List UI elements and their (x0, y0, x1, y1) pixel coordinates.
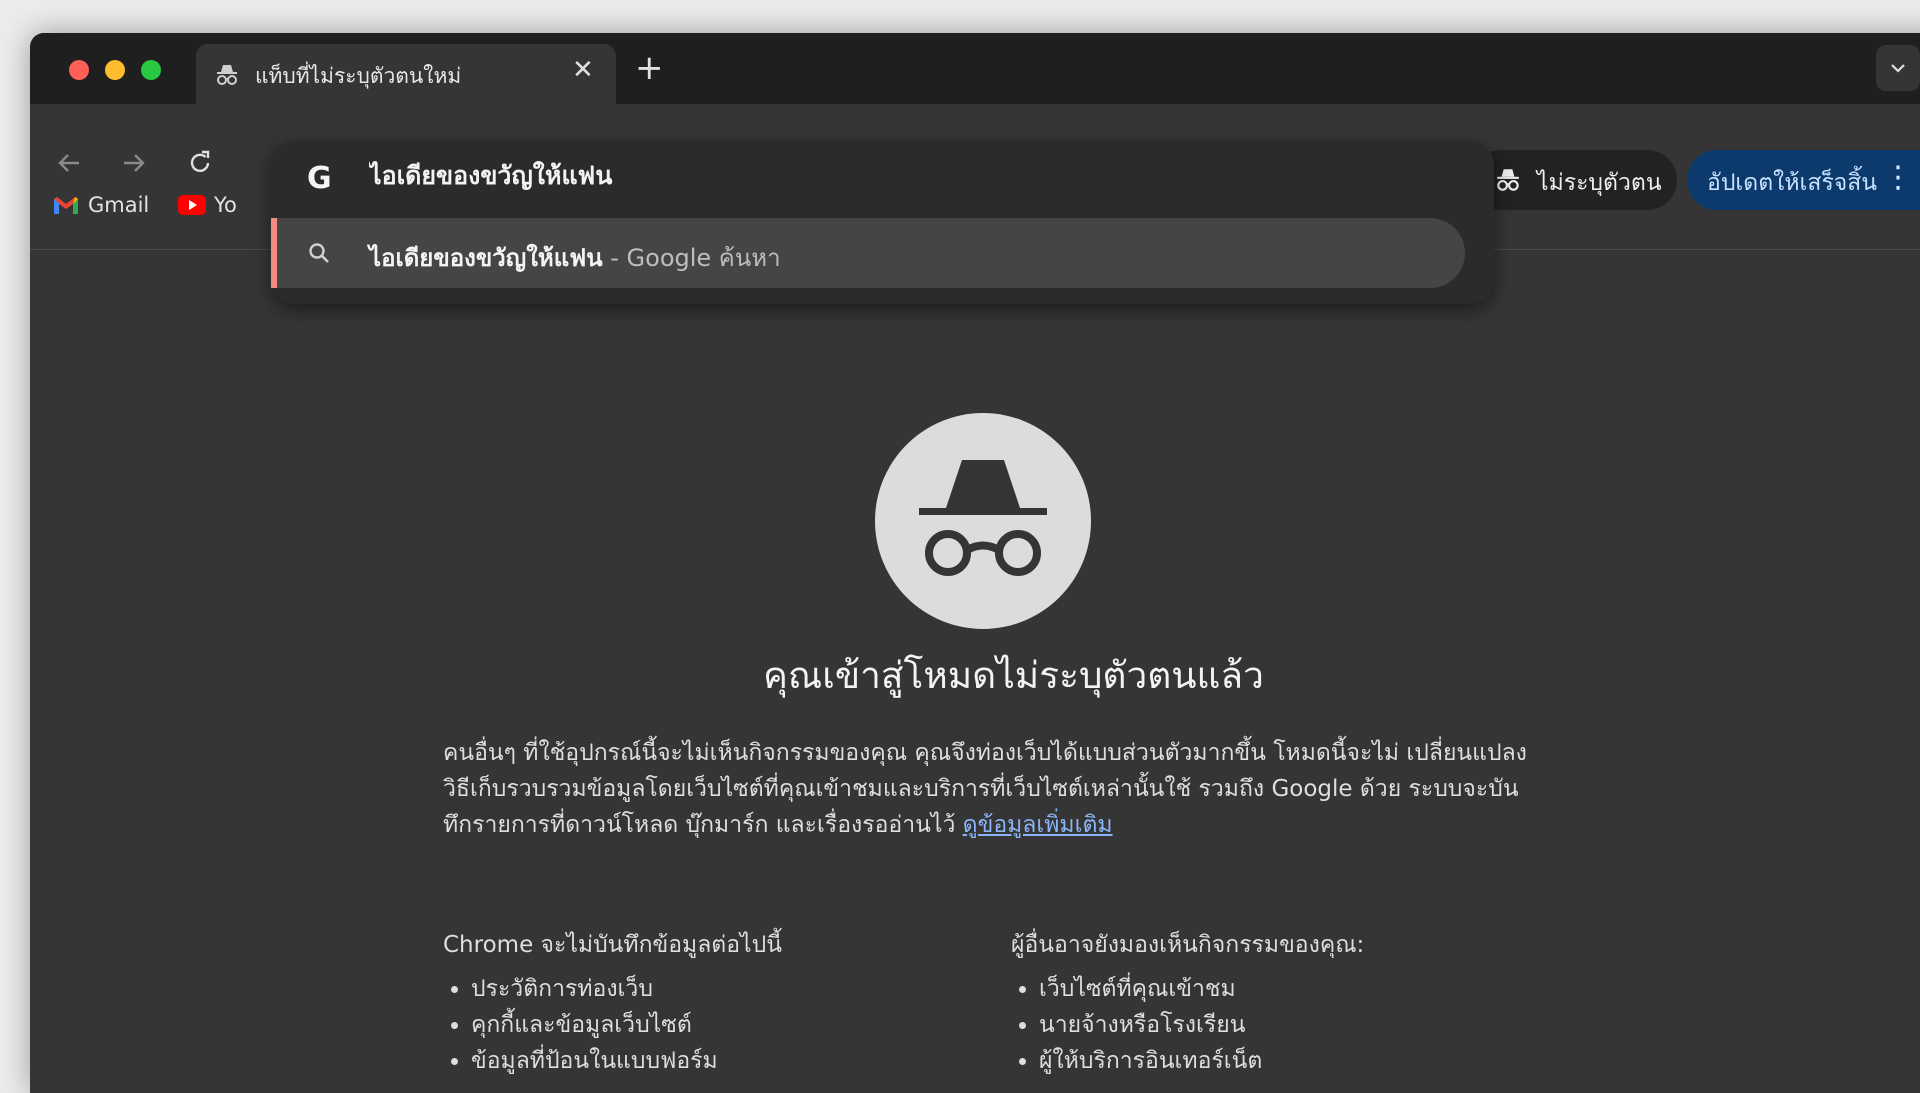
minimize-window-button[interactable] (105, 60, 125, 80)
gmail-icon (54, 197, 78, 214)
search-suggestion[interactable]: ไอเดียของขวัญให้แฟน - Google ค้นหา (271, 218, 1465, 288)
list-item: คุกกี้และข้อมูลเว็บไซต์ (471, 1007, 782, 1043)
still-visible-title: ผู้อื่นอาจยังมองเห็นกิจกรรมของคุณ: (1011, 932, 1365, 958)
tab-search-button[interactable] (1876, 45, 1920, 91)
google-g-icon: G (307, 161, 332, 196)
chevron-down-icon (1891, 64, 1905, 73)
incognito-icon (217, 65, 237, 85)
bookmark-label: Gmail (88, 193, 150, 217)
suggestion-text: ไอเดียของขวัญให้แฟน - Google ค้นหา (369, 238, 781, 277)
suggestion-query: ไอเดียของขวัญให้แฟน (369, 244, 603, 272)
reload-icon[interactable] (185, 148, 215, 178)
list-item: ประวัติการท่องเว็บ (471, 971, 782, 1007)
youtube-icon (178, 195, 206, 215)
not-saved-section: Chrome จะไม่บันทึกข้อมูลต่อไปนี้ ประวัติ… (443, 927, 782, 1079)
page-title: คุณเข้าสู่โหมดไม่ระบุตัวตนแล้ว (763, 654, 1264, 697)
tab-incognito-new[interactable]: แท็บที่ไม่ระบุตัวตนใหม่ ✕ (196, 44, 616, 106)
learn-more-link[interactable]: ดูข้อมูลเพิ่มเติม (963, 812, 1113, 838)
suggestion-suffix: - Google ค้นหา (602, 244, 781, 272)
incognito-page: คุณเข้าสู่โหมดไม่ระบุตัวตนแล้ว คนอื่นๆ ท… (30, 250, 1920, 1093)
not-saved-title: Chrome จะไม่บันทึกข้อมูลต่อไปนี้ (443, 932, 782, 958)
tab-title: แท็บที่ไม่ระบุตัวตนใหม่ (255, 64, 462, 88)
incognito-hero-icon (875, 413, 1091, 629)
list-item: ข้อมูลที่ป้อนในแบบฟอร์ม (471, 1043, 782, 1079)
browser-window: แท็บที่ไม่ระบุตัวตนใหม่ ✕ + ไม่ระบุตัวตน… (30, 33, 1920, 1093)
selection-accent (271, 218, 277, 288)
omnibox-popup: G ไอเดียของขวัญให้แฟน - Google ค้นหา (271, 141, 1494, 304)
list-item: นายจ้างหรือโรงเรียน (1039, 1007, 1364, 1043)
bookmark-youtube[interactable]: Yo (178, 193, 237, 217)
forward-arrow-icon[interactable] (119, 148, 149, 178)
search-icon (309, 243, 329, 263)
list-item: เว็บไซต์ที่คุณเข้าชม (1039, 971, 1364, 1007)
tab-strip: แท็บที่ไม่ระบุตัวตนใหม่ ✕ + (30, 33, 1920, 106)
new-tab-button[interactable]: + (635, 51, 664, 85)
maximize-window-button[interactable] (141, 60, 161, 80)
bookmark-label: Yo (214, 193, 237, 217)
bookmark-gmail[interactable]: Gmail (52, 193, 149, 217)
close-window-button[interactable] (69, 60, 89, 80)
incognito-description: คนอื่นๆ ที่ใช้อุปกรณ์นี้จะไม่เห็นกิจกรรม… (443, 735, 1543, 843)
back-arrow-icon[interactable] (54, 148, 84, 178)
list-item: ผู้ให้บริการอินเทอร์เน็ต (1039, 1043, 1364, 1079)
close-tab-icon[interactable]: ✕ (572, 57, 594, 83)
address-bar-input[interactable] (369, 161, 1369, 190)
still-visible-section: ผู้อื่นอาจยังมองเห็นกิจกรรมของคุณ: เว็บไ… (1011, 927, 1364, 1079)
